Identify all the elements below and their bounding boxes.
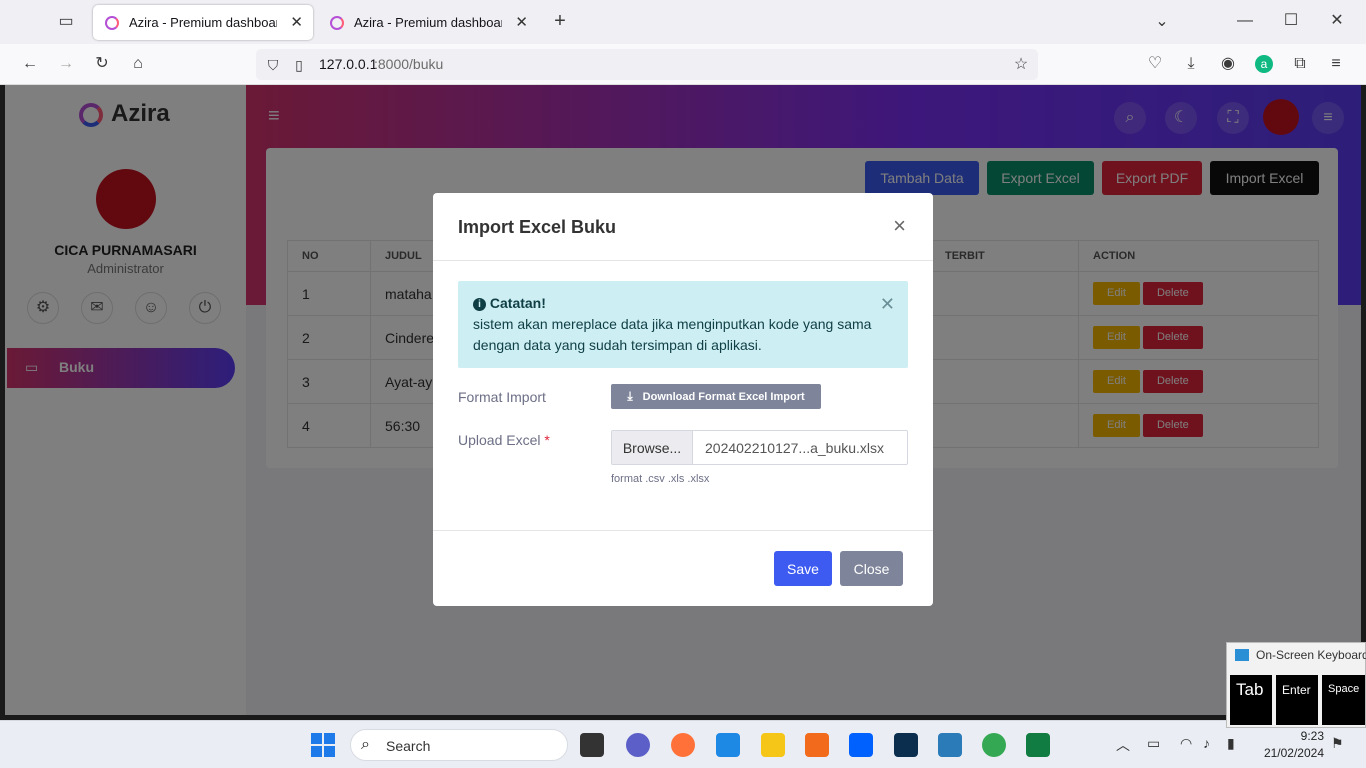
start-icon[interactable] xyxy=(311,733,335,757)
import-modal: Import Excel Buku × i Catatan! sistem ak… xyxy=(433,193,933,606)
modal-footer-divider xyxy=(433,530,933,531)
download-icon: ⤓ xyxy=(627,389,633,403)
back-icon[interactable]: ← xyxy=(19,54,41,74)
tab-title: Azira - Premium dashboard ui b xyxy=(129,15,277,30)
shield-icon[interactable]: ⛉ xyxy=(262,55,284,75)
close-tab-icon[interactable]: ✕ xyxy=(290,13,303,31)
pocket-icon[interactable]: ♡ xyxy=(1144,54,1166,74)
close-tab-icon[interactable]: ✕ xyxy=(515,13,528,31)
task-view-icon[interactable] xyxy=(580,733,604,757)
chrome-icon[interactable] xyxy=(982,733,1006,757)
taskbar: ⌕ Search ︿ ▭ ◠ ♪ ▮ 9:23 21/02/2024 ⚑ xyxy=(0,720,1366,768)
dev-icon[interactable] xyxy=(894,733,918,757)
search-label: Search xyxy=(386,738,431,754)
vscode-icon[interactable] xyxy=(716,733,740,757)
alert-title: Catatan! xyxy=(489,295,546,311)
clock-date[interactable]: 21/02/2024 xyxy=(1258,746,1324,760)
on-screen-keyboard: On-Screen Keyboard Tab Enter Space xyxy=(1226,642,1366,728)
format-import-label: Format Import xyxy=(458,389,546,405)
browser-tab[interactable]: Azira - Premium dashboard ui b ✕ xyxy=(318,5,538,40)
battery-icon[interactable]: ▮ xyxy=(1227,735,1235,752)
notification-icon[interactable]: ⚑ xyxy=(1331,735,1344,752)
taskbar-search[interactable]: ⌕ Search xyxy=(350,729,568,761)
excel-icon[interactable] xyxy=(1026,733,1050,757)
clock-time[interactable]: 9:23 xyxy=(1270,729,1324,743)
menu-icon[interactable]: ≡ xyxy=(1325,54,1347,74)
home-icon[interactable]: ⌂ xyxy=(127,54,149,74)
chevron-up-icon[interactable]: ︿ xyxy=(1116,735,1130,755)
modal-close-icon[interactable]: × xyxy=(893,213,906,239)
browser-nav-bar: ← → ↻ ⌂ ⛉ ▯ 127.0.0.1 :8000/buku ☆ ♡ ⤓ ◉… xyxy=(0,44,1366,85)
tab-list-icon[interactable]: ⌄ xyxy=(1151,12,1173,32)
alert-close-icon[interactable]: ✕ xyxy=(880,294,895,315)
url-path: :8000/buku xyxy=(374,56,444,72)
meet-icon[interactable] xyxy=(626,733,650,757)
volume-icon[interactable]: ♪ xyxy=(1203,735,1210,751)
keyboard-icon xyxy=(1235,649,1249,661)
save-button[interactable]: Save xyxy=(774,551,832,586)
bookmark-star-icon[interactable]: ☆ xyxy=(1010,55,1032,75)
reload-icon[interactable]: ↻ xyxy=(91,54,113,74)
firefox-icon[interactable] xyxy=(671,733,695,757)
close-button[interactable]: Close xyxy=(840,551,903,586)
forward-icon[interactable]: → xyxy=(55,54,77,74)
search-icon: ⌕ xyxy=(361,736,370,753)
tab-title: Azira - Premium dashboard ui b xyxy=(354,15,502,30)
dropbox-icon[interactable] xyxy=(849,733,873,757)
remote-desktop-icon[interactable] xyxy=(938,733,962,757)
modal-header: Import Excel Buku × xyxy=(433,193,933,261)
favicon-icon xyxy=(105,15,119,30)
address-bar[interactable]: ⛉ ▯ 127.0.0.1 :8000/buku ☆ xyxy=(256,49,1038,80)
display-icon[interactable]: ▭ xyxy=(1147,735,1160,752)
key-space[interactable]: Space xyxy=(1322,675,1365,725)
extension-icon[interactable]: a xyxy=(1255,55,1273,73)
alert-text: sistem akan mereplace data jika menginpu… xyxy=(473,316,872,353)
file-name: 202402210127...a_buku.xlsx xyxy=(705,440,885,456)
file-explorer-icon[interactable] xyxy=(761,733,785,757)
downloads-icon[interactable]: ⤓ xyxy=(1180,54,1202,74)
window-close-icon[interactable]: ✕ xyxy=(1326,11,1348,31)
modal-title: Import Excel Buku xyxy=(458,217,617,237)
key-tab[interactable]: Tab xyxy=(1230,675,1272,725)
format-hint: format .csv .xls .xlsx xyxy=(611,473,710,485)
new-tab-icon[interactable]: + xyxy=(549,11,571,31)
file-input[interactable]: Browse... 202402210127...a_buku.xlsx xyxy=(611,430,908,465)
url-host: 127.0.0.1 xyxy=(319,56,378,72)
extensions-puzzle-icon[interactable]: ⧉ xyxy=(1289,54,1311,74)
download-format-label: Download Format Excel Import xyxy=(642,390,805,403)
account-icon[interactable]: ◉ xyxy=(1217,54,1239,74)
browse-button[interactable]: Browse... xyxy=(612,431,693,464)
favicon-icon xyxy=(330,15,344,30)
tab-overview-icon[interactable]: ▭ xyxy=(55,12,77,32)
osk-title: On-Screen Keyboard xyxy=(1256,648,1366,662)
wifi-icon[interactable]: ◠ xyxy=(1180,735,1192,752)
info-icon: i xyxy=(473,298,486,311)
page-icon: ▯ xyxy=(295,57,303,73)
xampp-icon[interactable] xyxy=(805,733,829,757)
browser-tab-active[interactable]: Azira - Premium dashboard ui b ✕ xyxy=(93,5,313,40)
browser-tab-bar: ▭ Azira - Premium dashboard ui b ✕ Azira… xyxy=(0,0,1366,44)
upload-excel-label: Upload Excel * xyxy=(458,432,550,448)
alert-note: i Catatan! sistem akan mereplace data ji… xyxy=(458,281,908,368)
key-enter[interactable]: Enter xyxy=(1276,675,1318,725)
minimize-icon[interactable]: — xyxy=(1234,11,1256,31)
maximize-icon[interactable]: ☐ xyxy=(1280,11,1302,31)
download-format-button[interactable]: ⤓ Download Format Excel Import xyxy=(611,384,821,409)
